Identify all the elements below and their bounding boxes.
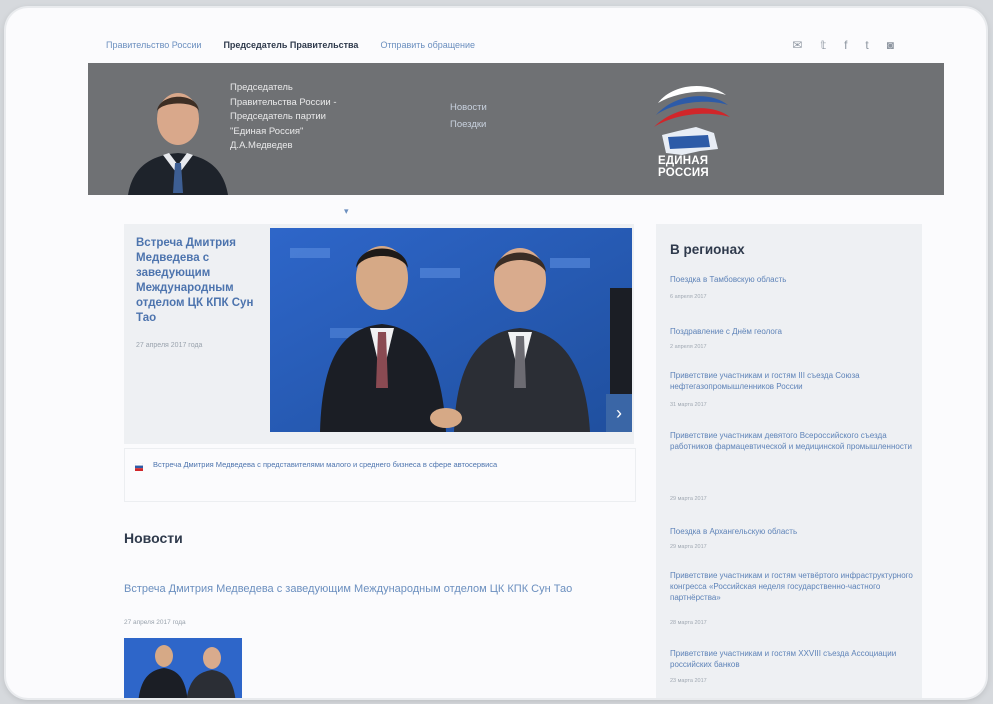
news-item-thumbnail[interactable] bbox=[124, 638, 242, 698]
related-link-text[interactable]: Встреча Дмитрия Медведева с представител… bbox=[153, 459, 593, 470]
email-icon[interactable]: ✉ bbox=[792, 38, 802, 52]
region-item-title[interactable]: Поездка в Архангельскую область bbox=[670, 526, 914, 537]
nav-link-chairman[interactable]: Председатель Правительства bbox=[223, 40, 358, 50]
regions-heading: В регионах bbox=[670, 242, 745, 257]
logo-text-line: РОССИЯ bbox=[658, 167, 709, 179]
region-item-date: 28 марта 2017 bbox=[670, 620, 707, 626]
region-item-date: 29 марта 2017 bbox=[670, 544, 707, 550]
site-header: Председатель Правительства России - Пред… bbox=[88, 63, 944, 195]
header-title-line: Председатель bbox=[230, 82, 293, 93]
twitter-icon[interactable]: 𝕥 bbox=[820, 38, 826, 52]
scroll-down-icon[interactable]: ▾ bbox=[344, 206, 349, 217]
feature-photo[interactable]: › bbox=[270, 228, 632, 432]
news-thumbnail-image bbox=[124, 638, 242, 698]
regions-panel: В регионах Поездка в Тамбовскую область … bbox=[656, 224, 922, 698]
region-item-title[interactable]: Поздравление с Днём геолога bbox=[670, 326, 914, 337]
header-links: Новости Поездки bbox=[450, 100, 487, 134]
instagram-icon[interactable]: ◙ bbox=[887, 38, 894, 52]
nav-link-government[interactable]: Правительство России bbox=[106, 40, 201, 50]
facebook-icon[interactable]: f bbox=[844, 38, 847, 52]
region-item-title[interactable]: Приветствие участникам девятого Всеросси… bbox=[670, 430, 914, 452]
region-item-title[interactable]: Приветствие участникам и гостям XXVIII с… bbox=[670, 648, 914, 670]
region-item-date: 23 марта 2017 bbox=[670, 678, 707, 684]
region-item-title[interactable]: Поездка в Тамбовскую область bbox=[670, 274, 914, 285]
header-title-line: Председатель партии bbox=[230, 111, 326, 122]
portrait-image bbox=[123, 75, 233, 195]
region-item-title[interactable]: Приветствие участникам и гостям III съез… bbox=[670, 370, 914, 392]
feature-date: 27 апреля 2017 года bbox=[136, 342, 203, 349]
feature-title[interactable]: Встреча Дмитрия Медведева с заведующим М… bbox=[136, 236, 262, 326]
region-item-date: 2 апреля 2017 bbox=[670, 344, 707, 350]
header-title-line: Д.А.Медведев bbox=[230, 140, 293, 151]
carousel-next-button[interactable]: › bbox=[606, 394, 632, 432]
region-item-date: 31 марта 2017 bbox=[670, 402, 707, 408]
logo-text-line: ЕДИНАЯ bbox=[658, 155, 709, 167]
news-item-title[interactable]: Встреча Дмитрия Медведева с заведующим М… bbox=[124, 581, 634, 597]
news-heading: Новости bbox=[124, 530, 183, 546]
header-title-line: Правительства России - bbox=[230, 96, 337, 108]
header-title: Председатель Правительства России - Пред… bbox=[230, 81, 430, 154]
header-title-line: "Единая Россия" bbox=[230, 125, 304, 137]
related-link-card[interactable]: Встреча Дмитрия Медведева с представител… bbox=[124, 448, 636, 502]
top-nav: Правительство России Председатель Правит… bbox=[106, 30, 944, 60]
news-item-date: 27 апреля 2017 года bbox=[124, 619, 186, 626]
social-links: ✉ 𝕥 f t ◙ bbox=[792, 38, 944, 52]
tumblr-icon[interactable]: t bbox=[865, 38, 868, 52]
nav-link-send-appeal[interactable]: Отправить обращение bbox=[380, 40, 475, 50]
region-item-date: 29 марта 2017 bbox=[670, 496, 707, 502]
region-item-date: 6 апреля 2017 bbox=[670, 294, 707, 300]
feature-photo-image bbox=[270, 228, 632, 432]
logo-text: ЕДИНАЯ РОССИЯ bbox=[658, 155, 709, 179]
header-link-news[interactable]: Новости bbox=[450, 100, 487, 115]
flag-icon bbox=[135, 463, 143, 471]
browser-frame: Правительство России Председатель Правит… bbox=[6, 8, 986, 698]
region-item-title[interactable]: Приветствие участникам и гостям четвёрто… bbox=[670, 570, 914, 603]
header-link-trips[interactable]: Поездки bbox=[450, 117, 487, 132]
